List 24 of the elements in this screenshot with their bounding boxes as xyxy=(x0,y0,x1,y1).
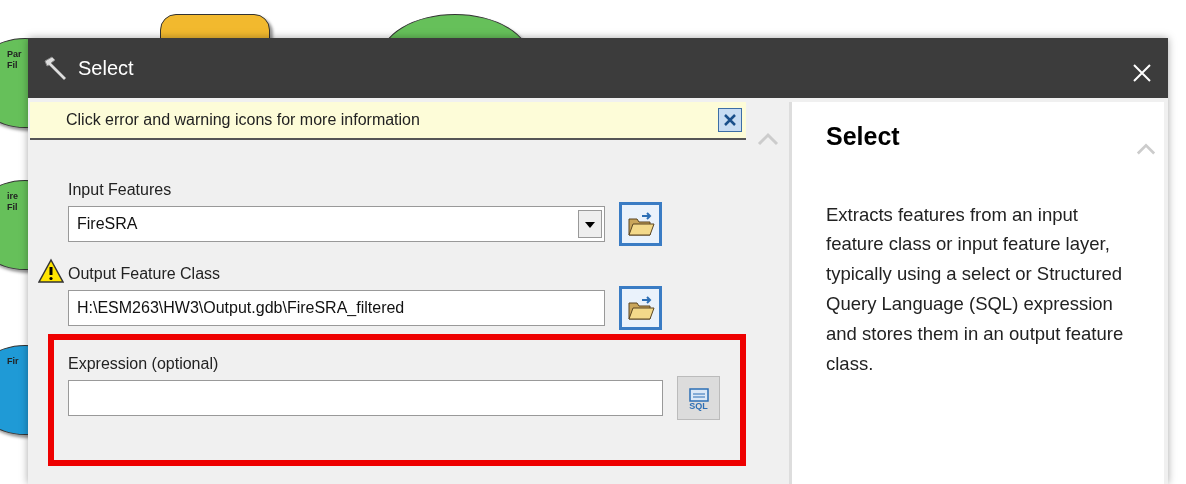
folder-button[interactable] xyxy=(619,286,662,330)
input-field[interactable] xyxy=(68,380,663,416)
field-label: Input Features xyxy=(68,180,173,200)
node-label: Fil xyxy=(7,59,19,71)
close-button[interactable] xyxy=(718,108,742,132)
node-label: ire xyxy=(7,191,19,202)
folder-icon[interactable] xyxy=(625,209,656,239)
node-label: Fil xyxy=(7,201,19,213)
hammer-icon xyxy=(42,55,68,81)
window-title: Select xyxy=(78,56,135,81)
list-icon[interactable] xyxy=(688,387,709,402)
dropdown[interactable]: FireSRA xyxy=(68,206,605,242)
input-field[interactable]: H:\ESM263\HW3\Output.gdb\FireSRA_filtered xyxy=(68,290,605,326)
banner-text: Click error and warning icons for more information xyxy=(66,110,421,130)
warning-icon[interactable] xyxy=(38,258,64,284)
folder-button[interactable] xyxy=(619,202,662,246)
folder-icon[interactable] xyxy=(625,293,656,323)
help-text: Extracts features from an input feature class or input feature layer, typically using a select or Structured Query Language (SQL) expression and stores them in an output feature class. xyxy=(826,202,1125,377)
field-label: Output Feature Class xyxy=(68,264,222,284)
field-label: Expression (optional) xyxy=(68,354,220,374)
sql-button[interactable]: SQL xyxy=(677,376,720,420)
help-title: Select xyxy=(826,121,901,152)
node-label: Par xyxy=(7,49,23,60)
close-icon[interactable] xyxy=(723,113,737,127)
